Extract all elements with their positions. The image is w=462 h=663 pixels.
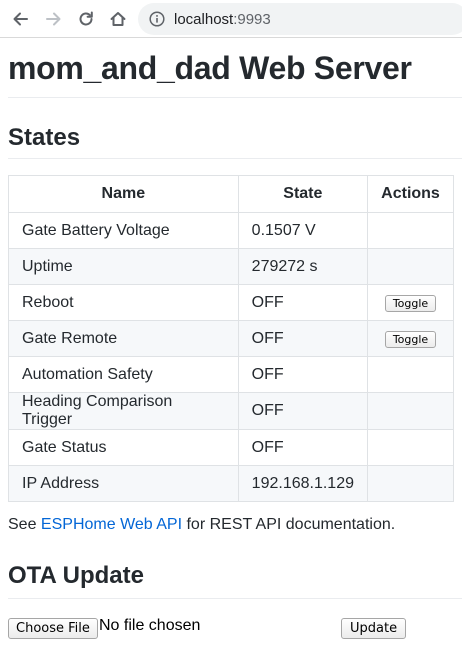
info-icon[interactable] — [148, 10, 166, 28]
api-doc-note: See ESPHome Web API for REST API documen… — [8, 515, 462, 535]
table-row: Heading Comparison Trigger OFF — [8, 392, 454, 430]
state-name: Gate Battery Voltage — [8, 212, 239, 249]
state-name: Uptime — [8, 248, 239, 285]
state-actions: Toggle — [367, 320, 454, 357]
state-value: OFF — [237, 392, 369, 430]
state-actions — [367, 248, 454, 285]
column-header-state: State — [237, 175, 369, 213]
state-value: 279272 s — [237, 248, 369, 285]
state-value: 0.1507 V — [237, 212, 369, 249]
esphome-web-api-link[interactable]: ESPHome Web API — [41, 516, 182, 533]
state-actions — [367, 429, 454, 466]
table-row: Gate Status OFF — [8, 429, 454, 466]
state-name: Automation Safety — [8, 356, 239, 393]
table-header-row: Name State Actions — [8, 175, 454, 213]
choose-file-button[interactable]: Choose File — [8, 618, 98, 639]
update-button[interactable]: Update — [341, 618, 407, 639]
home-icon — [110, 12, 126, 26]
gate-remote-toggle-button[interactable]: Toggle — [384, 330, 437, 348]
state-actions — [367, 212, 454, 249]
address-bar[interactable]: localhost:9993 — [138, 3, 462, 35]
ota-heading: OTA Update — [8, 562, 462, 599]
home-button[interactable] — [106, 7, 130, 31]
reload-icon — [79, 11, 93, 26]
back-button[interactable] — [8, 7, 32, 31]
state-value: OFF — [237, 320, 369, 357]
states-heading: States — [8, 124, 462, 159]
url-text: localhost:9993 — [174, 11, 271, 28]
table-row: Gate Remote OFF Toggle — [8, 320, 454, 357]
state-name: Gate Remote — [8, 320, 239, 357]
state-actions — [367, 356, 454, 393]
state-value: OFF — [237, 284, 369, 321]
file-status-text: No file chosen — [99, 617, 201, 634]
state-value: OFF — [237, 356, 369, 393]
table-row: Gate Battery Voltage 0.1507 V — [8, 212, 454, 249]
forward-button[interactable] — [42, 7, 66, 31]
browser-toolbar: localhost:9993 — [0, 0, 462, 38]
page-content: mom_and_dad Web Server States Name State… — [8, 38, 462, 645]
state-actions — [367, 392, 454, 430]
table-row: Uptime 279272 s — [8, 248, 454, 285]
state-value: 192.168.1.129 — [237, 465, 369, 502]
state-name: Reboot — [8, 284, 239, 321]
page-title: mom_and_dad Web Server — [8, 38, 462, 98]
table-row: IP Address 192.168.1.129 — [8, 465, 454, 502]
reboot-toggle-button[interactable]: Toggle — [384, 294, 437, 312]
states-table: Name State Actions Gate Battery Voltage … — [8, 175, 454, 502]
state-name: Gate Status — [8, 429, 239, 466]
url-host: localhost — [174, 10, 234, 28]
state-value: OFF — [237, 429, 369, 466]
api-note-prefix: See — [8, 516, 41, 533]
column-header-name: Name — [8, 175, 239, 213]
state-actions — [367, 465, 454, 502]
state-name: IP Address — [8, 465, 239, 502]
state-name: Heading Comparison Trigger — [8, 392, 239, 430]
arrow-left-icon — [13, 12, 28, 26]
url-port: :9993 — [233, 10, 271, 28]
table-row: Automation Safety OFF — [8, 356, 454, 393]
api-note-suffix: for REST API documentation. — [182, 516, 396, 533]
table-row: Reboot OFF Toggle — [8, 284, 454, 321]
state-actions: Toggle — [367, 284, 454, 321]
column-header-actions: Actions — [367, 175, 454, 213]
ota-form: Choose File No file chosen Update — [8, 615, 462, 645]
arrow-right-icon — [46, 12, 61, 26]
reload-button[interactable] — [74, 7, 98, 31]
